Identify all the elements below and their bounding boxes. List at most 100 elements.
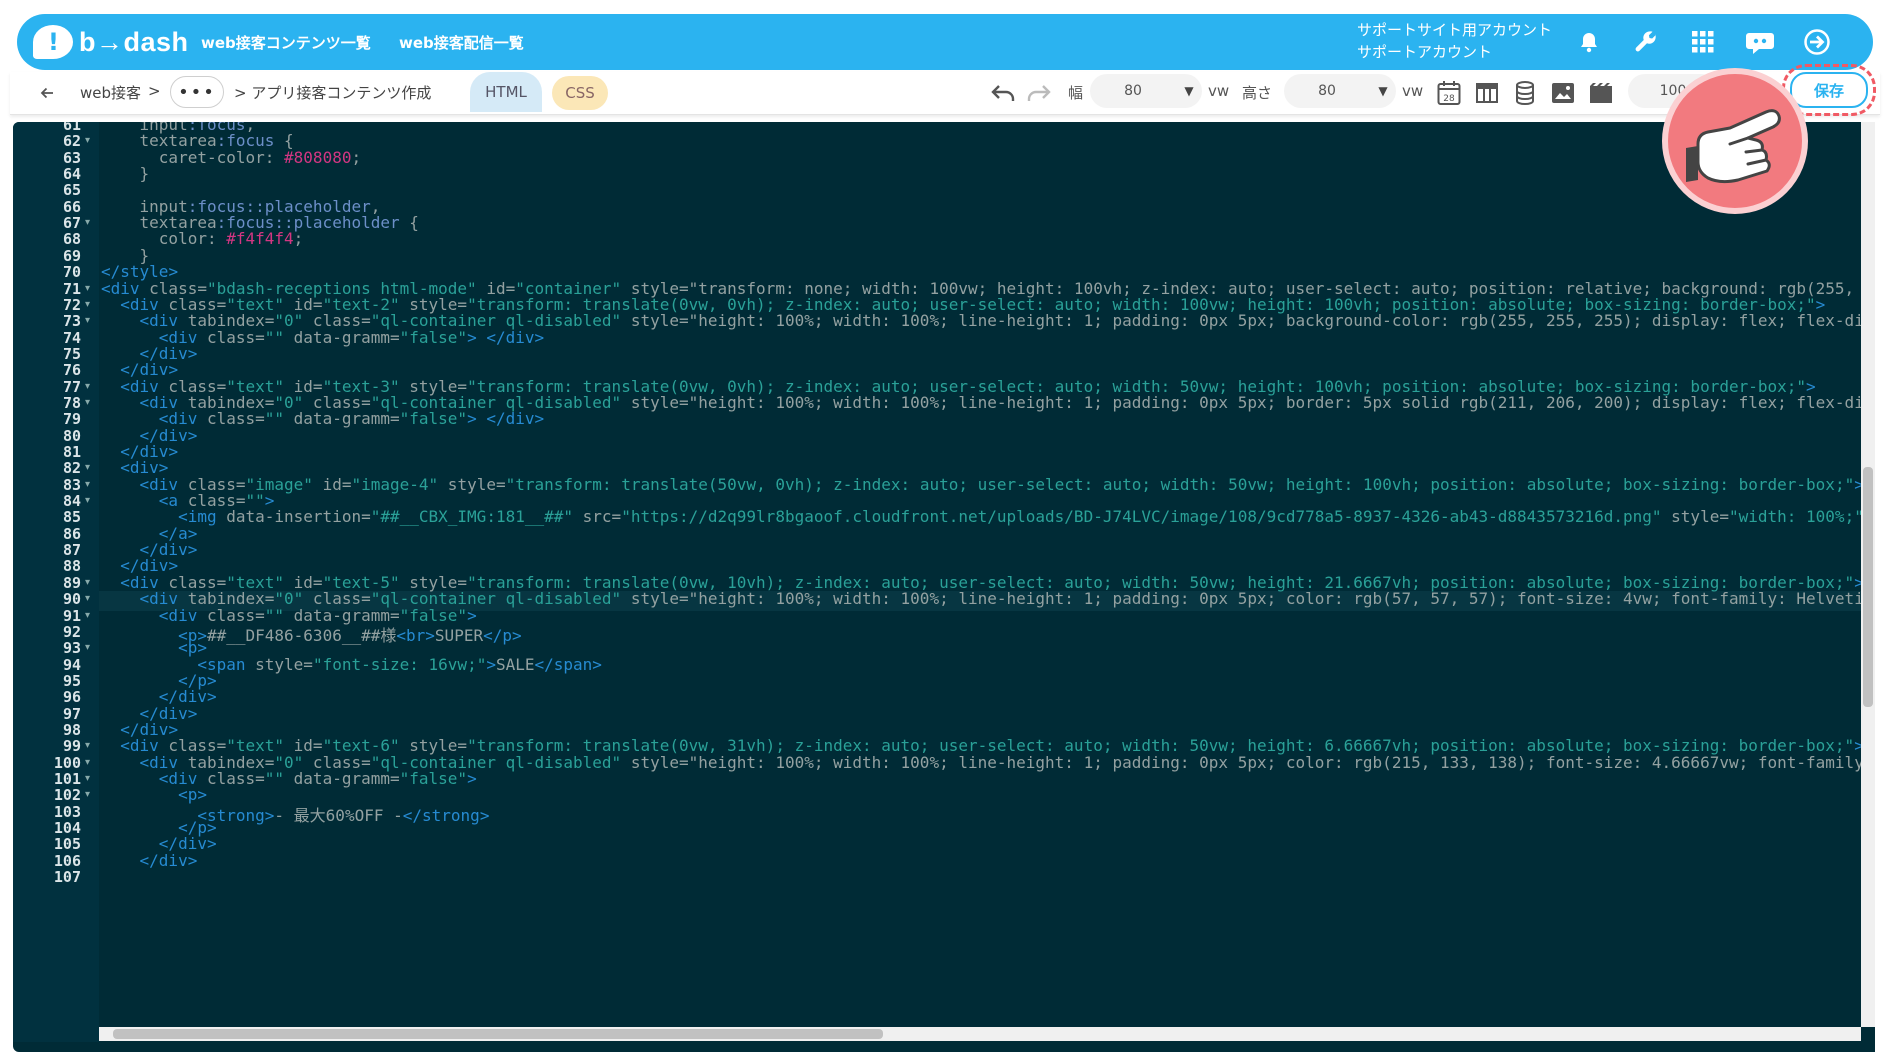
- fold-toggle-icon[interactable]: ▾: [85, 381, 90, 392]
- chevron-down-icon: ▼: [1378, 84, 1388, 98]
- line-number: 94: [62, 655, 81, 674]
- breadcrumb-ellipsis-button[interactable]: •••: [170, 76, 224, 108]
- fold-toggle-icon[interactable]: ▾: [85, 283, 90, 294]
- line-number: 91: [62, 606, 81, 625]
- fold-toggle-icon[interactable]: ▾: [85, 642, 90, 653]
- line-number: 83: [62, 475, 81, 494]
- horizontal-scrollbar[interactable]: [99, 1027, 1861, 1041]
- nav-link-contents[interactable]: web接客コンテンツ一覧: [201, 32, 371, 53]
- line-number: 64: [62, 165, 81, 184]
- breadcrumb-current: > アプリ接客コンテンツ作成: [234, 84, 432, 102]
- fold-toggle-icon[interactable]: ▾: [85, 299, 90, 310]
- database-icon[interactable]: [1510, 78, 1540, 108]
- account-info[interactable]: サポートサイト用アカウント サポートアカウント: [1357, 19, 1552, 63]
- line-number: 105: [53, 835, 81, 854]
- chevron-down-icon: ▼: [1184, 84, 1194, 98]
- calendar-icon[interactable]: 28: [1434, 78, 1464, 108]
- chat-bot-icon[interactable]: [1743, 25, 1777, 59]
- fold-toggle-icon[interactable]: ▾: [85, 773, 90, 784]
- line-number: 87: [62, 541, 81, 560]
- line-number: 70: [62, 263, 81, 282]
- line-number: 86: [62, 524, 81, 543]
- fold-toggle-icon[interactable]: ▾: [85, 479, 90, 490]
- vertical-scrollbar[interactable]: [1861, 122, 1875, 1027]
- line-number: 77: [62, 377, 81, 396]
- bell-icon[interactable]: [1572, 25, 1606, 59]
- pointing-hand-icon: [1662, 68, 1808, 214]
- line-number: 84: [62, 492, 81, 511]
- line-number: 62: [62, 132, 81, 151]
- line-number: 98: [62, 720, 81, 739]
- top-header: b→dash web接客コンテンツ一覧 web接客配信一覧 サポートサイト用アカ…: [17, 14, 1873, 70]
- video-icon[interactable]: [1586, 78, 1616, 108]
- line-number: 97: [62, 704, 81, 723]
- line-number: 102: [53, 786, 81, 805]
- fold-toggle-icon[interactable]: ▾: [85, 740, 90, 751]
- line-number: 63: [62, 148, 81, 167]
- account-name: サポートサイト用アカウント: [1357, 21, 1553, 39]
- vertical-scroll-thumb[interactable]: [1863, 467, 1873, 707]
- height-label: 高さ: [1242, 84, 1273, 102]
- height-value: 80: [1318, 83, 1336, 99]
- fold-toggle-icon[interactable]: ▾: [85, 757, 90, 768]
- line-number: 85: [62, 508, 81, 527]
- line-number: 65: [62, 181, 81, 200]
- line-number: 81: [62, 443, 81, 461]
- undo-icon[interactable]: [988, 78, 1018, 108]
- image-icon[interactable]: [1548, 78, 1578, 108]
- line-number: 76: [62, 361, 81, 380]
- back-arrow-icon[interactable]: [32, 78, 62, 108]
- tab-html[interactable]: HTML: [470, 72, 542, 112]
- breadcrumb-separator: >: [148, 82, 161, 100]
- fold-toggle-icon[interactable]: ▾: [85, 610, 90, 621]
- fold-toggle-icon[interactable]: ▾: [85, 315, 90, 326]
- grid-icon[interactable]: [1686, 25, 1720, 59]
- line-number: 72: [62, 295, 81, 314]
- table-icon[interactable]: [1472, 78, 1502, 108]
- horizontal-scroll-thumb[interactable]: [113, 1029, 883, 1039]
- line-number: 104: [53, 819, 81, 838]
- account-sub: サポートアカウント: [1357, 43, 1493, 61]
- code-editor[interactable]: 61 62 ▾ 63 64 65 66 67 ▾ 68 69 70 71 ▾ 72 ▾ 73 ▾ 74 75 76 77 ▾…: [13, 122, 1875, 1052]
- calendar-day: 28: [1443, 94, 1455, 104]
- fold-toggle-icon[interactable]: ▾: [85, 789, 90, 800]
- code-line[interactable]: </div>: [101, 851, 1871, 870]
- width-value: 80: [1124, 83, 1142, 99]
- line-number: 73: [62, 312, 81, 331]
- fold-toggle-icon[interactable]: ▾: [85, 217, 90, 228]
- line-number: 89: [62, 573, 81, 592]
- height-select[interactable]: 80 ▼: [1284, 74, 1396, 108]
- line-number: 90: [62, 590, 81, 609]
- line-number: 67: [62, 214, 81, 233]
- fold-toggle-icon[interactable]: ▾: [85, 462, 90, 473]
- line-number: 103: [53, 802, 81, 821]
- fold-toggle-icon[interactable]: ▾: [85, 495, 90, 506]
- width-label: 幅: [1068, 84, 1084, 102]
- code-line[interactable]: }: [101, 164, 1871, 183]
- fold-toggle-icon[interactable]: ▾: [85, 397, 90, 408]
- tab-css[interactable]: CSS: [552, 76, 608, 110]
- line-number: 93: [62, 639, 81, 658]
- line-number: 80: [62, 426, 81, 445]
- line-number: 79: [62, 410, 81, 429]
- line-number: 99: [62, 737, 81, 756]
- logout-icon[interactable]: [1800, 25, 1834, 59]
- breadcrumb-root[interactable]: web接客: [80, 82, 141, 103]
- line-number: 96: [62, 688, 81, 707]
- nav-link-distribution[interactable]: web接客配信一覧: [399, 32, 524, 53]
- redo-icon[interactable]: [1024, 78, 1054, 108]
- line-number: 78: [62, 393, 81, 412]
- fold-toggle-icon[interactable]: ▾: [85, 593, 90, 604]
- wrench-icon[interactable]: [1629, 25, 1663, 59]
- logo-text: b→dash: [79, 26, 189, 57]
- width-select[interactable]: 80 ▼: [1090, 74, 1202, 108]
- editor-toolbar: web接客 > ••• > アプリ接客コンテンツ作成 HTML CSS 幅 80…: [10, 72, 1880, 115]
- line-number-gutter: 61 62 ▾ 63 64 65 66 67 ▾ 68 69 70 71 ▾ 72 ▾ 73 ▾ 74 75 76 77 ▾…: [13, 122, 99, 1042]
- line-number: 107: [53, 868, 81, 887]
- bdash-logo[interactable]: b→dash: [33, 22, 189, 62]
- line-number: 88: [62, 557, 81, 576]
- fold-toggle-icon[interactable]: ▾: [85, 577, 90, 588]
- line-number: 82: [62, 459, 81, 478]
- height-unit: vw: [1402, 82, 1424, 100]
- fold-toggle-icon[interactable]: ▾: [85, 135, 90, 146]
